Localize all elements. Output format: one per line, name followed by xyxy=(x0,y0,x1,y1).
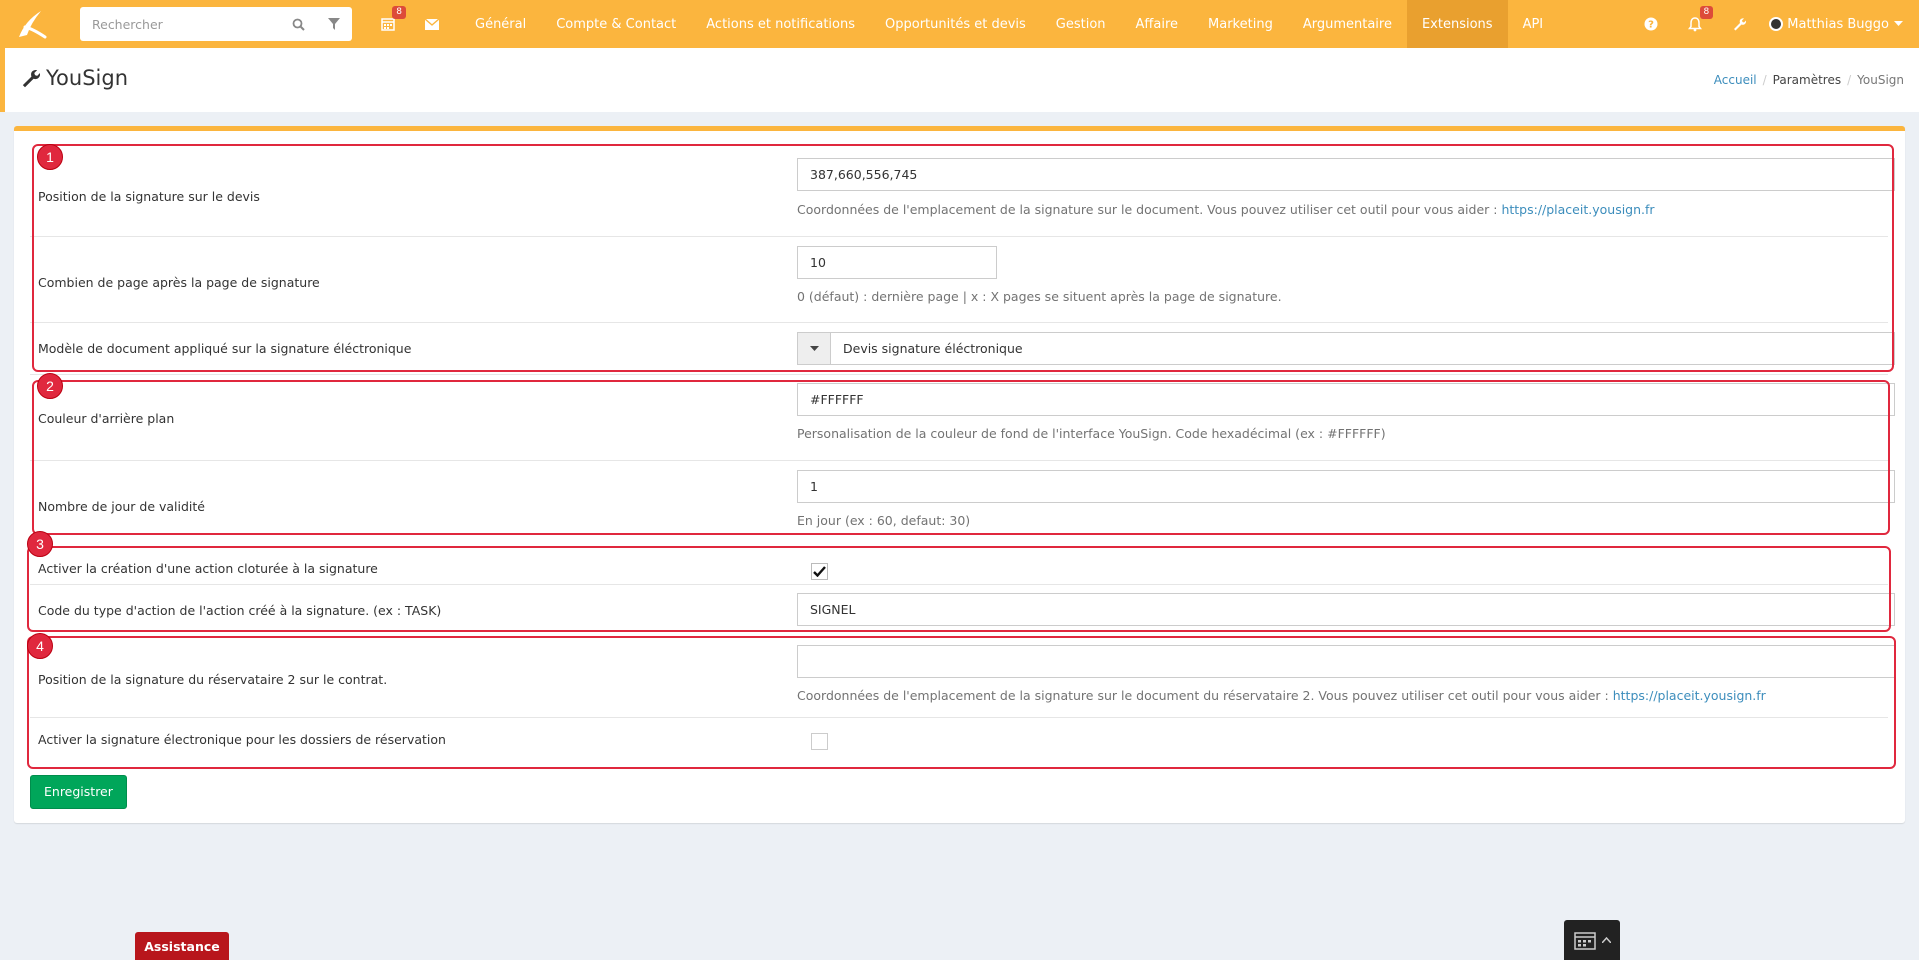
menu-item-argumentaire[interactable]: Argumentaire xyxy=(1288,0,1407,48)
user-name: Matthias Buggo xyxy=(1787,16,1889,32)
calendar-badge: 8 xyxy=(392,6,406,19)
menu-item-api[interactable]: API xyxy=(1508,0,1559,48)
question-icon: ? xyxy=(1644,17,1658,31)
annotation-number-4: 4 xyxy=(27,633,53,659)
annotation-number-2: 2 xyxy=(37,373,63,399)
assistance-button[interactable]: Assistance xyxy=(135,932,229,960)
save-button[interactable]: Enregistrer xyxy=(30,775,127,809)
search-input[interactable] xyxy=(92,16,280,32)
page-title: YouSign xyxy=(20,66,128,90)
wrench-icon xyxy=(1734,18,1747,31)
bell-icon xyxy=(1688,16,1703,31)
breadcrumb-parametres[interactable]: Paramètres xyxy=(1773,73,1841,87)
annotation-frame-3 xyxy=(27,546,1891,632)
annotation-frame-2 xyxy=(32,380,1890,535)
chevron-up-icon xyxy=(1601,937,1611,943)
notifications-badge: 8 xyxy=(1699,6,1714,19)
navbar-right: ? 8 Matthias Buggo xyxy=(1629,0,1919,48)
annotation-number-1: 1 xyxy=(37,144,63,170)
menu-item-affaire[interactable]: Affaire xyxy=(1121,0,1194,48)
annotation-number-3: 3 xyxy=(27,531,53,557)
menu-item-compte-contact[interactable]: Compte & Contact xyxy=(541,0,691,48)
notifications-button[interactable]: 8 xyxy=(1673,0,1717,48)
calendar-icon xyxy=(381,18,395,31)
logo-icon xyxy=(19,11,47,39)
breadcrumb-separator: / xyxy=(1847,73,1852,87)
calendar-widget[interactable] xyxy=(1564,920,1620,960)
main-menu: Général Compte & Contact Actions et notifi… xyxy=(460,0,1558,48)
breadcrumb-separator: / xyxy=(1762,73,1767,87)
app-logo[interactable] xyxy=(0,0,62,48)
mail-button[interactable] xyxy=(410,0,454,48)
svg-text:?: ? xyxy=(1648,20,1654,31)
avatar xyxy=(1769,17,1784,31)
menu-item-actions-et-notifications[interactable]: Actions et notifications xyxy=(691,0,870,48)
menu-item-g-n-ral[interactable]: Général xyxy=(460,0,541,48)
menu-item-opportunit-s-et-devis[interactable]: Opportunités et devis xyxy=(870,0,1041,48)
envelope-icon xyxy=(425,18,439,30)
menu-item-gestion[interactable]: Gestion xyxy=(1041,0,1121,48)
breadcrumb-home[interactable]: Accueil xyxy=(1714,73,1757,87)
search-box xyxy=(80,7,352,41)
menu-item-extensions[interactable]: Extensions xyxy=(1406,0,1508,48)
menu-item-marketing[interactable]: Marketing xyxy=(1193,0,1288,48)
user-menu[interactable]: Matthias Buggo xyxy=(1761,17,1919,32)
help-button[interactable]: ? xyxy=(1629,0,1673,48)
breadcrumb-current: YouSign xyxy=(1857,73,1904,87)
page-title-text: YouSign xyxy=(46,66,129,90)
chevron-down-icon xyxy=(1894,21,1903,26)
calendar-button[interactable]: 8 xyxy=(366,0,410,48)
top-navbar: 8 GénéralCompte & ContactActions et noti… xyxy=(0,0,1919,48)
content-header: YouSign Accueil / Paramètres / YouSign xyxy=(0,48,1919,112)
settings-button[interactable] xyxy=(1717,0,1761,48)
search-icon[interactable] xyxy=(280,18,316,31)
annotation-frame-1 xyxy=(32,144,1894,372)
annotation-frame-4 xyxy=(27,636,1896,769)
calendar-icon xyxy=(1573,932,1596,950)
wrench-icon xyxy=(22,70,40,88)
filter-icon[interactable] xyxy=(316,18,352,30)
breadcrumb: Accueil / Paramètres / YouSign xyxy=(1714,73,1904,87)
